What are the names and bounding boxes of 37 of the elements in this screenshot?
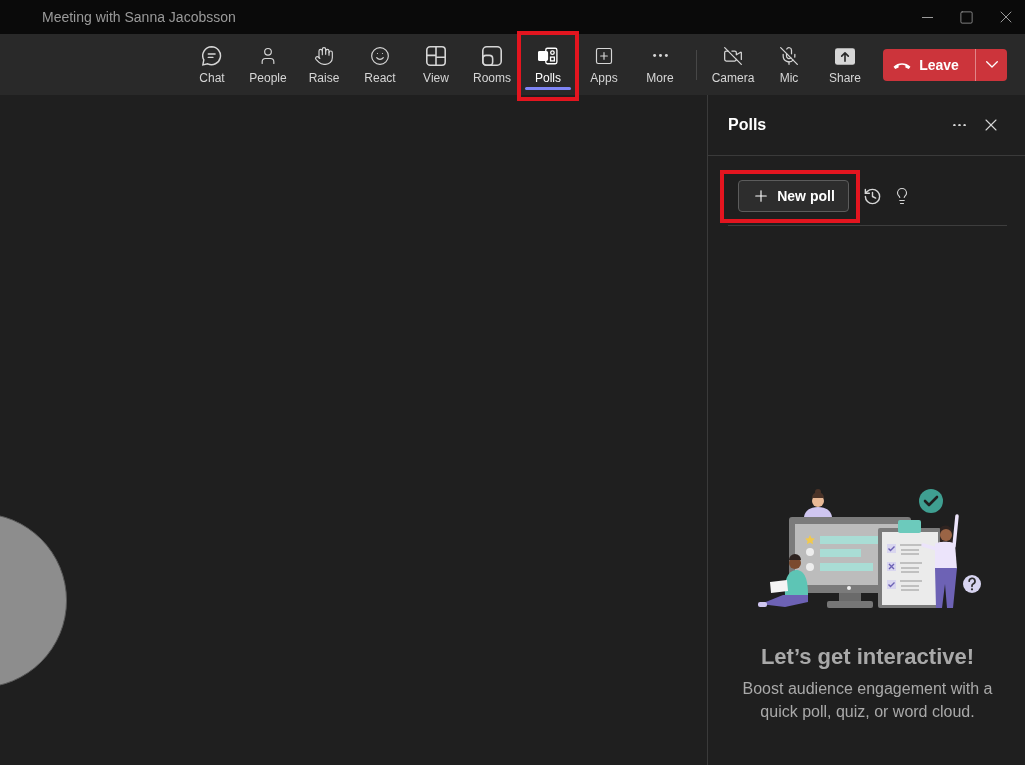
toolbar-button[interactable]: Chat [184, 34, 240, 95]
minimize-icon [922, 16, 933, 18]
toolbar-button[interactable]: Polls [520, 34, 576, 95]
person-drawing [803, 489, 832, 517]
empty-state-heading: Let’s get interactive! [760, 643, 975, 671]
ellipsis-icon [652, 54, 668, 58]
check-badge-icon [918, 489, 943, 513]
selection-underline [525, 87, 571, 90]
hand-icon [314, 46, 334, 66]
toolbar-button[interactable]: More [632, 34, 688, 95]
speech-bubble-icon [202, 46, 222, 66]
toolbar-button[interactable]: Share [817, 34, 873, 95]
plus-square-icon [594, 46, 614, 66]
empty-state-text: Boost audience engagement with a quick poll, quiz, or word cloud. [741, 679, 994, 722]
toolbar-button[interactable]: People [240, 34, 296, 95]
question-badge-icon [962, 575, 981, 593]
leave-options-button[interactable] [975, 48, 1007, 81]
new-poll-button[interactable]: New poll [738, 180, 849, 212]
poll-form-icon [538, 46, 558, 66]
toolbar-button[interactable]: Raise [296, 34, 352, 95]
toolbar-button[interactable]: Camera [705, 34, 761, 95]
history-icon [862, 186, 882, 206]
toolbar-button[interactable]: View [408, 34, 464, 95]
panel-title: Polls [728, 116, 767, 134]
toolbar-button[interactable]: React [352, 34, 408, 95]
layout-grid-icon [426, 46, 446, 66]
window-title: Meeting with Sanna Jacobsson [42, 9, 236, 25]
chevron-down-icon [985, 61, 998, 68]
toolbar-button[interactable]: Rooms [464, 34, 520, 95]
smiley-icon [370, 46, 390, 66]
nested-squares-icon [482, 46, 502, 66]
toolbar-button[interactable]: Apps [576, 34, 632, 95]
toolbar-button[interactable]: Mic [761, 34, 817, 95]
leave-button[interactable]: Leave [883, 48, 975, 81]
maximize-icon [959, 9, 974, 25]
ellipsis-icon [952, 123, 966, 127]
person-drawing [757, 554, 808, 607]
